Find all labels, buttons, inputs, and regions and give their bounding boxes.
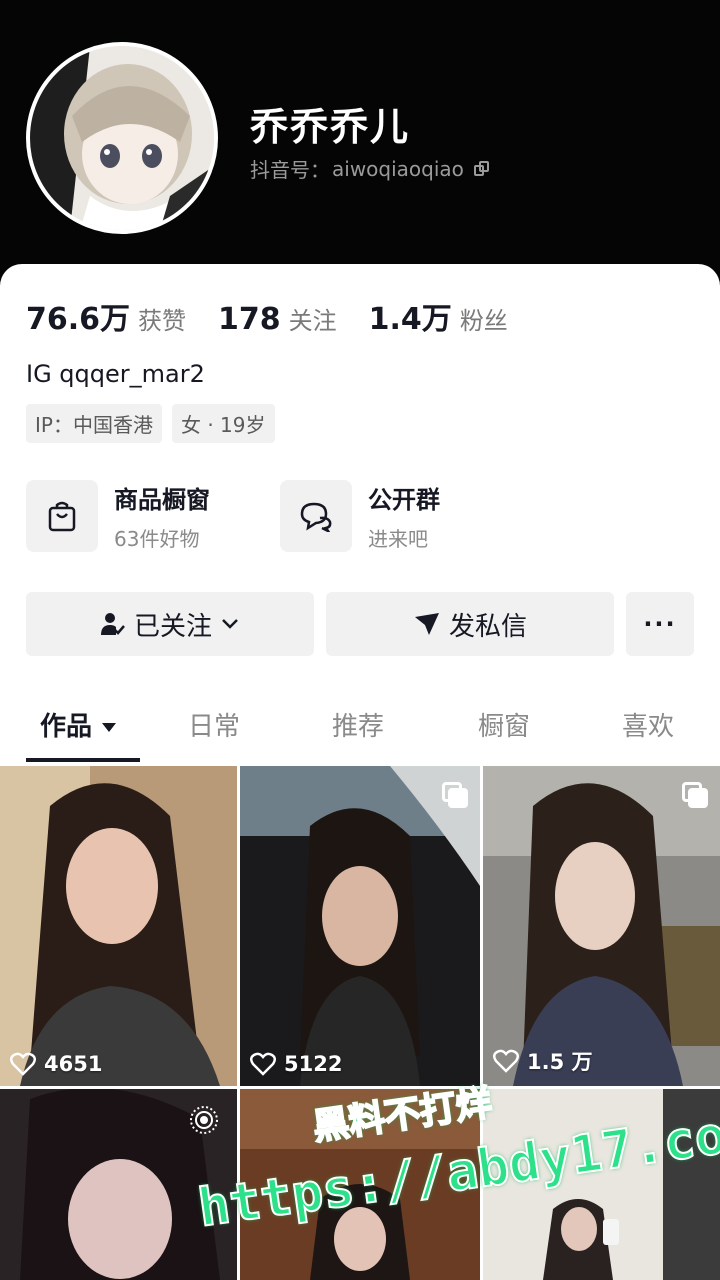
tab-works[interactable]: 作品 [40,706,117,743]
tag-row: IP：中国香港 女 · 19岁 [26,404,275,443]
heart-icon [493,1049,519,1073]
account-id-label: 抖音号： [250,158,330,182]
tab-liked[interactable]: 喜欢 [622,706,674,743]
avatar-illustration [30,46,214,230]
bio: IG qqqer_mar2 [26,360,205,388]
video-thumb[interactable]: 1.5 万 [483,766,720,1086]
heart-icon [10,1052,36,1076]
shop-window-title: 商品橱窗 [114,486,210,514]
like-count: 4651 [10,1052,102,1076]
message-label: 发私信 [448,611,527,642]
video-thumb[interactable]: 4651 [0,766,237,1086]
shop-window-shortcut[interactable]: 商品橱窗 63件好物 [26,480,210,552]
heart-icon [250,1052,276,1076]
account-id-value: aiwoqiaoqiao [332,156,464,181]
more-button[interactable]: ··· [626,592,694,656]
video-thumbnail-image [483,766,720,1086]
video-thumbnail-image [0,766,237,1086]
followed-label: 已关注 [133,611,212,642]
video-thumbnail-image [240,766,480,1086]
account-id[interactable]: 抖音号： aiwoqiaoqiao [250,154,490,183]
like-count-value: 1.5 万 [527,1050,593,1074]
tab-showcase[interactable]: 橱窗 [478,706,530,743]
more-dots-icon: ··· [643,610,677,638]
stats-row: 76.6万 获赞 178 关注 1.4万 粉丝 [26,294,508,338]
likes-label: 获赞 [138,307,187,335]
following-label: 关注 [288,307,337,335]
followed-button[interactable]: 已关注 [26,592,314,656]
stat-followers[interactable]: 1.4万 粉丝 [369,294,508,338]
tab-daily[interactable]: 日常 [188,706,240,743]
stat-likes[interactable]: 76.6万 获赞 [26,294,186,338]
chat-bubbles-icon [280,480,352,552]
gender-age-tag: 女 · 19岁 [171,404,275,443]
like-count: 5122 [250,1052,342,1076]
active-tab-indicator [26,758,140,762]
multi-image-icon [442,782,468,808]
stat-following[interactable]: 178 关注 [218,301,337,337]
user-check-icon [100,613,125,635]
shopping-bag-icon [26,480,98,552]
username: 乔乔乔儿 [250,105,411,149]
shop-window-sub: 63件好物 [114,527,200,551]
followers-label: 粉丝 [459,307,508,335]
avatar[interactable] [26,42,218,234]
live-photo-icon [190,1106,218,1134]
like-count: 1.5 万 [493,1046,593,1076]
public-group-title: 公开群 [368,486,440,514]
public-group-sub: 进来吧 [368,527,428,551]
caret-down-icon [102,723,117,732]
tab-recommended[interactable]: 推荐 [332,706,384,743]
tab-works-label: 作品 [40,712,93,742]
multi-image-icon [682,782,708,808]
content-tabs: 作品 日常 推荐 橱窗 喜欢 [0,696,720,762]
chevron-down-icon [222,619,238,629]
profile-header: 乔乔乔儿 抖音号： aiwoqiaoqiao [0,0,720,280]
video-thumb[interactable]: 5122 [240,766,480,1086]
ip-tag: IP：中国香港 [26,404,162,443]
message-button[interactable]: 发私信 [326,592,614,656]
copy-icon[interactable] [473,160,490,177]
following-count: 178 [218,302,281,337]
like-count-value: 5122 [284,1052,343,1076]
send-icon [414,613,439,635]
likes-count: 76.6万 [26,302,131,337]
like-count-value: 4651 [44,1052,103,1076]
public-group-shortcut[interactable]: 公开群 进来吧 [280,480,440,552]
followers-count: 1.4万 [368,302,452,337]
